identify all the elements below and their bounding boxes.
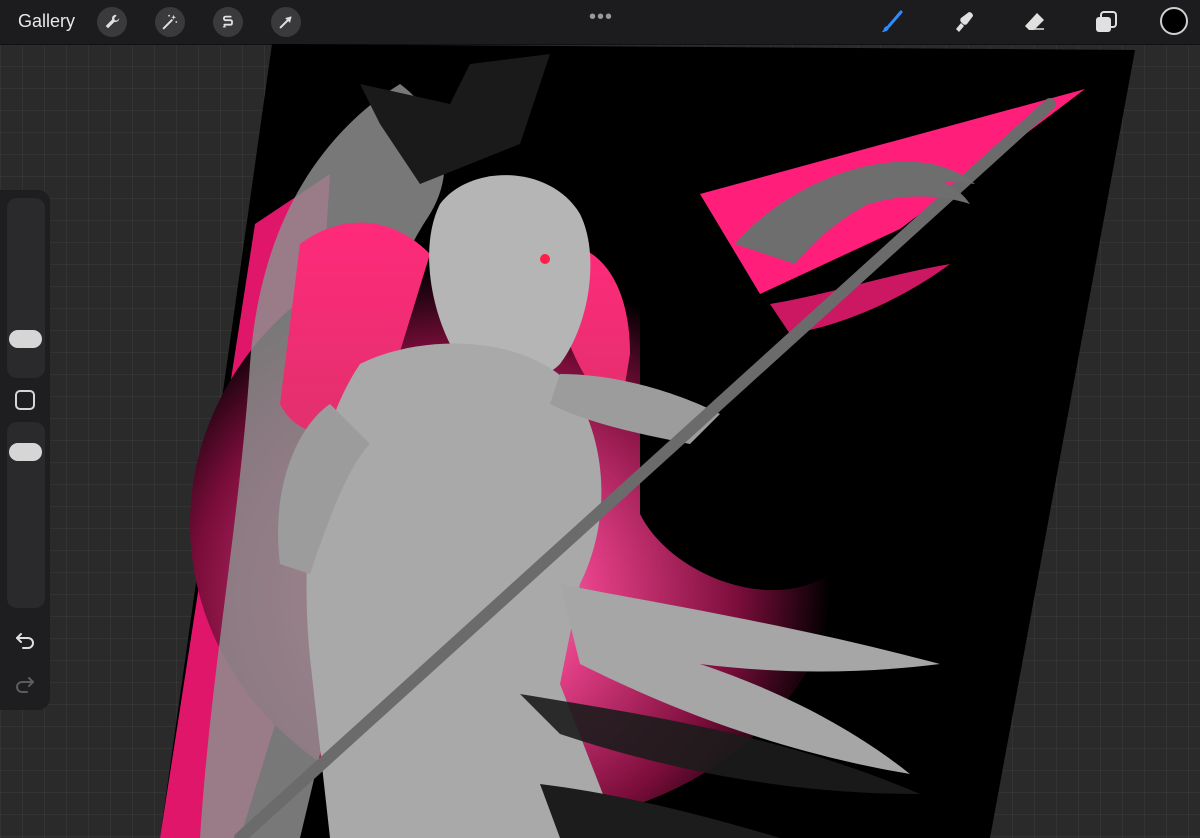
selection-s-icon[interactable]	[213, 7, 243, 37]
brush-icon[interactable]	[878, 8, 906, 36]
brush-size-thumb[interactable]	[9, 330, 42, 348]
more-options-icon[interactable]: •••	[589, 6, 613, 29]
undo-icon[interactable]	[12, 628, 38, 650]
color-picker-swatch[interactable]	[1160, 7, 1188, 35]
eraser-icon[interactable]	[1021, 8, 1049, 36]
magic-wand-icon[interactable]	[155, 7, 185, 37]
top-toolbar: Gallery •••	[0, 0, 1200, 45]
opacity-thumb[interactable]	[9, 443, 42, 461]
layers-icon[interactable]	[1092, 8, 1120, 36]
wrench-icon[interactable]	[97, 7, 127, 37]
left-sidebar	[0, 190, 50, 710]
brush-size-slider[interactable]	[7, 198, 45, 378]
artwork	[160, 44, 1135, 838]
eye	[540, 254, 550, 264]
modify-button[interactable]	[15, 390, 35, 410]
transform-arrow-icon[interactable]	[271, 7, 301, 37]
drawing-canvas[interactable]	[0, 44, 1200, 838]
gallery-button[interactable]: Gallery	[18, 11, 75, 32]
redo-icon[interactable]	[12, 672, 38, 694]
smudge-icon[interactable]	[951, 8, 979, 36]
